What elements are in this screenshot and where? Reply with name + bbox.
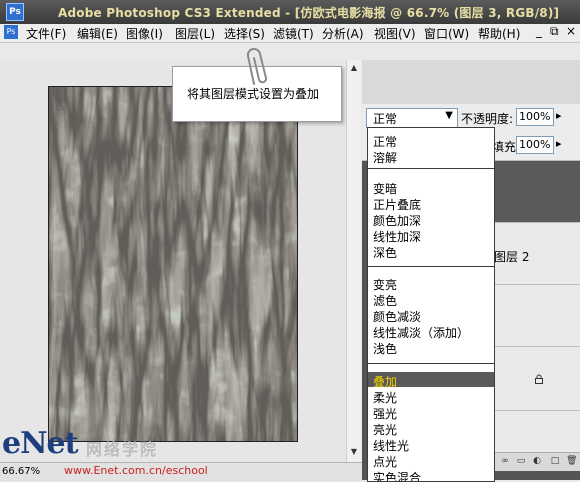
blend-option-overlay[interactable]: 叠加: [373, 373, 397, 390]
blend-option-lighter-color[interactable]: 浅色: [373, 340, 397, 357]
fill-arrow-icon[interactable]: ▸: [556, 137, 562, 150]
blend-option-vivid-light[interactable]: 亮光: [373, 421, 397, 438]
layer-row[interactable]: [492, 162, 580, 223]
adjustment-layer-icon[interactable]: ◐: [532, 456, 542, 466]
scroll-down-icon[interactable]: ▼: [348, 446, 360, 458]
scroll-up-icon[interactable]: ▲: [348, 62, 360, 74]
menu-image[interactable]: 图像(I): [126, 25, 163, 42]
blend-option-hard-mix[interactable]: 实色混合: [373, 469, 421, 481]
blend-option-screen[interactable]: 滤色: [373, 292, 397, 309]
layer-name: 图层 2: [494, 250, 530, 264]
opacity-label: 不透明度:: [461, 112, 514, 126]
delete-layer-icon[interactable]: 🗑: [566, 456, 577, 466]
document-icon[interactable]: Ps: [4, 25, 18, 39]
blend-mode-value: 正常: [373, 112, 398, 126]
new-layer-icon[interactable]: □: [550, 456, 560, 466]
title-bar: Ps Adobe Photoshop CS3 Extended - [仿欧式电影…: [0, 0, 580, 24]
menu-separator: [368, 168, 494, 169]
vertical-scrollbar[interactable]: ▲ ▼: [346, 60, 361, 462]
close-icon[interactable]: ×: [566, 24, 576, 38]
blend-option-darken[interactable]: 变暗: [373, 180, 397, 197]
panel-header-area: [362, 60, 580, 105]
fill-input[interactable]: 100%: [516, 136, 554, 154]
blend-option-color-burn[interactable]: 颜色加深: [373, 212, 421, 229]
blend-option-lighten[interactable]: 变亮: [373, 276, 397, 293]
blend-mode-select[interactable]: 正常 ▼: [366, 108, 458, 128]
paperclip-icon: [246, 47, 268, 85]
menu-select[interactable]: 选择(S): [224, 25, 265, 42]
layer-row[interactable]: [492, 284, 580, 347]
blend-option-multiply[interactable]: 正片叠底: [373, 196, 421, 213]
menu-analysis[interactable]: 分析(A): [322, 25, 364, 42]
photoshop-logo-icon: Ps: [6, 3, 24, 21]
blend-option-color-dodge[interactable]: 颜色减淡: [373, 308, 421, 325]
bark-texture-image[interactable]: [48, 86, 298, 442]
menu-separator: [368, 363, 494, 364]
menu-filter[interactable]: 滤镜(T): [273, 25, 314, 42]
blend-option-linear-light[interactable]: 线性光: [373, 437, 409, 454]
blend-option-linear-dodge[interactable]: 线性减淡（添加）: [373, 324, 469, 341]
blend-option-normal[interactable]: 正常: [373, 133, 397, 150]
blend-option-hard-light[interactable]: 强光: [373, 405, 397, 422]
watermark-chinese: 网络学院: [86, 440, 159, 459]
blend-option-pin-light[interactable]: 点光: [373, 453, 397, 470]
watermark: eNet 网络学院 www.Enet.com.cn/eschool: [0, 426, 208, 480]
menu-window[interactable]: 窗口(W): [424, 25, 469, 42]
layers-list[interactable]: [492, 162, 580, 452]
opacity-input[interactable]: 100%: [516, 108, 554, 126]
new-group-icon[interactable]: ▭: [516, 456, 526, 466]
bark-texture-graphic: [49, 87, 297, 441]
chevron-down-icon: ▼: [445, 110, 453, 121]
menu-separator: [368, 266, 494, 267]
opacity-arrow-icon[interactable]: ▸: [556, 109, 562, 122]
link-layers-icon[interactable]: ∞: [500, 456, 510, 466]
window-title: Adobe Photoshop CS3 Extended - [仿欧式电影海报 …: [58, 6, 560, 20]
menu-help[interactable]: 帮助(H): [478, 25, 520, 42]
menu-file[interactable]: 文件(F): [26, 25, 66, 42]
menu-view[interactable]: 视图(V): [374, 25, 416, 42]
blend-option-darker-color[interactable]: 深色: [373, 244, 397, 261]
lock-icon: [535, 374, 543, 384]
layers-panel-footer: ∞ ▭ ◐ □ 🗑: [492, 452, 580, 471]
blend-option-linear-burn[interactable]: 线性加深: [373, 228, 421, 245]
menu-edit[interactable]: 编辑(E): [77, 25, 118, 42]
minimize-icon[interactable]: _: [536, 24, 542, 38]
watermark-brand: eNet: [2, 426, 78, 461]
blend-option-dissolve[interactable]: 溶解: [373, 149, 397, 166]
restore-icon[interactable]: ⧉: [550, 24, 559, 39]
menu-layer[interactable]: 图层(L): [175, 25, 215, 42]
watermark-url: www.Enet.com.cn/eschool: [64, 464, 208, 477]
blend-mode-dropdown[interactable]: 正常 溶解 变暗 正片叠底 颜色加深 线性加深 深色 变亮 滤色 颜色减淡 线性…: [367, 127, 495, 482]
blend-option-soft-light[interactable]: 柔光: [373, 389, 397, 406]
menu-bar: Ps 文件(F) 编辑(E) 图像(I) 图层(L) 选择(S) 滤镜(T) 分…: [0, 24, 580, 43]
